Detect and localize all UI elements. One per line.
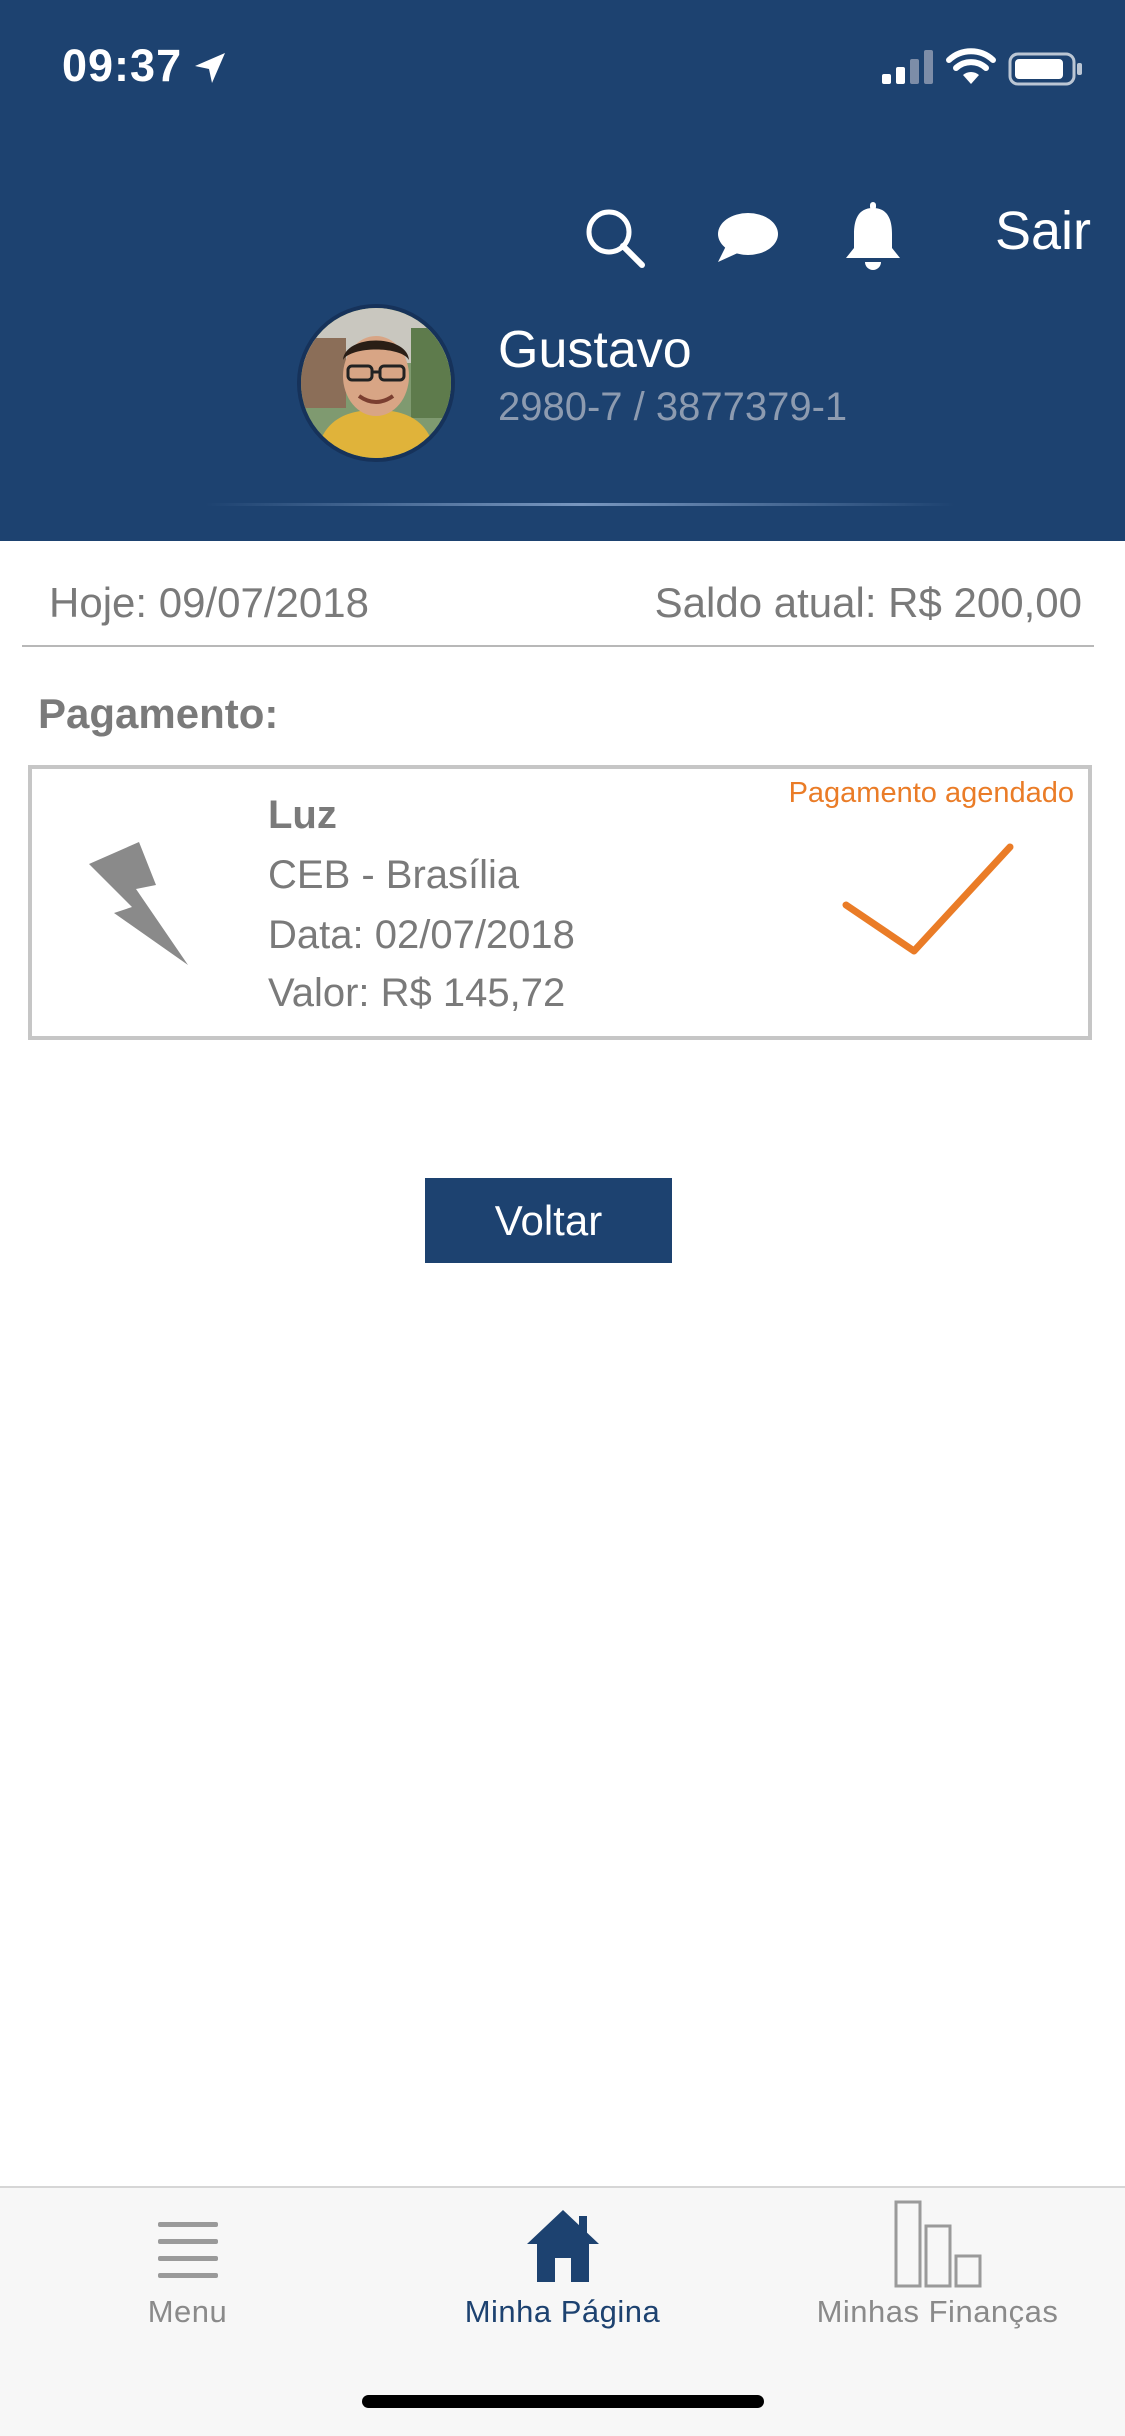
back-button[interactable]: Voltar	[425, 1178, 672, 1263]
tab-menu-label: Menu	[147, 2294, 228, 2329]
bar-chart-icon	[894, 2200, 981, 2288]
location-arrow-icon	[195, 53, 225, 83]
tab-minha-pagina[interactable]: Minha Página	[440, 2188, 685, 2338]
today-date: Hoje: 09/07/2018	[49, 579, 369, 626]
chat-icon[interactable]	[714, 208, 780, 266]
payment-name: Luz	[268, 793, 337, 837]
payment-company: CEB - Brasília	[268, 853, 520, 897]
payment-status: Pagamento agendado	[788, 777, 1074, 809]
search-icon[interactable]	[582, 205, 648, 271]
payment-card[interactable]: Luz CEB - Brasília Data: 02/07/2018 Valo…	[28, 765, 1092, 1040]
battery-icon	[1008, 52, 1082, 86]
current-balance: Saldo atual: R$ 200,00	[654, 579, 1082, 626]
tab-minhas-financas[interactable]: Minhas Finanças	[795, 2188, 1080, 2338]
avatar[interactable]	[297, 304, 455, 462]
status-time: 09:37	[62, 40, 183, 91]
tab-menu[interactable]: Menu	[100, 2188, 275, 2338]
checkmark-icon	[842, 843, 1014, 955]
status-bar: 09:37	[0, 0, 1125, 135]
payment-value: Valor: R$ 145,72	[268, 971, 566, 1015]
bell-icon[interactable]	[842, 200, 904, 272]
lightning-bolt-icon	[89, 842, 188, 965]
home-icon	[526, 2210, 599, 2282]
hamburger-icon	[157, 2222, 218, 2278]
tab-minha-pagina-label: Minha Página	[464, 2294, 661, 2329]
info-row: Hoje: 09/07/2018 Saldo atual: R$ 200,00	[22, 575, 1094, 647]
header: 09:37 Sair Gustavo 2980-7 / 3877379-1	[0, 0, 1125, 541]
avatar-photo	[301, 308, 451, 458]
signal-icon	[882, 50, 933, 84]
tab-minhas-financas-label: Minhas Finanças	[816, 2294, 1059, 2329]
user-name: Gustavo	[498, 321, 692, 379]
header-divider	[205, 503, 955, 506]
wifi-icon	[946, 48, 996, 84]
section-title: Pagamento:	[38, 690, 279, 737]
logout-button[interactable]: Sair	[995, 200, 1091, 262]
home-indicator[interactable]	[362, 2395, 764, 2408]
user-account: 2980-7 / 3877379-1	[498, 385, 848, 429]
payment-date: Data: 02/07/2018	[268, 913, 575, 957]
